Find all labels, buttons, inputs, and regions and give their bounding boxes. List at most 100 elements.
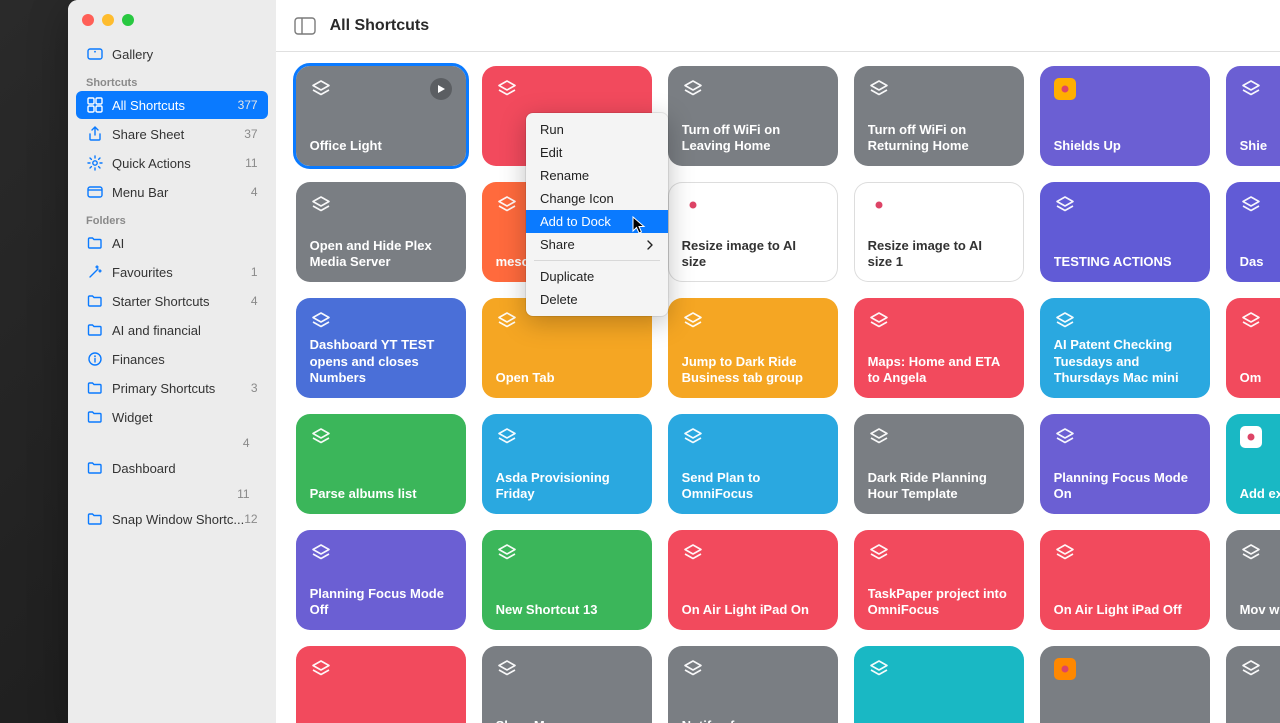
- sidebar-item[interactable]: Menu Bar4: [76, 178, 268, 206]
- shortcut-tile[interactable]: Jump to Dark Ride Business tab group: [668, 298, 838, 398]
- shortcut-name: Send Plan to OmniFocus: [682, 470, 824, 503]
- shortcut-tile[interactable]: AI Patent Checking Tuesdays and Thursday…: [1040, 298, 1210, 398]
- shortcut-tile[interactable]: Om: [1226, 298, 1280, 398]
- shortcut-name: Maps: Home and ETA to Angela: [868, 354, 1010, 387]
- sidebar-item-label: Share Sheet: [112, 127, 244, 142]
- sidebar-item-count: 377: [238, 98, 258, 112]
- sidebar-item[interactable]: Quick Actions11: [76, 149, 268, 177]
- shortcut-icon: [868, 426, 890, 448]
- shortcut-tile[interactable]: Open and Hide Plex Media Server: [296, 182, 466, 282]
- sidebar-section-header: Shortcuts: [76, 69, 268, 91]
- context-menu-item[interactable]: Duplicate: [526, 265, 668, 288]
- sidebar-item-label: Starter Shortcuts: [112, 294, 251, 309]
- shortcut-name: Dark Ride Planning Hour Template: [868, 470, 1010, 503]
- sidebar-item[interactable]: Favourites1: [76, 258, 268, 286]
- shortcut-tile[interactable]: Shields Up: [1040, 66, 1210, 166]
- sidebar-gallery[interactable]: Gallery: [76, 40, 268, 68]
- shortcut-tile[interactable]: Dashboard YT TEST opens and closes Numbe…: [296, 298, 466, 398]
- gallery-label: Gallery: [112, 47, 258, 62]
- shortcut-tile[interactable]: TaskPaper project into OmniFocus: [854, 530, 1024, 630]
- shortcut-tile[interactable]: Send Plan to OmniFocus: [668, 414, 838, 514]
- context-menu-item[interactable]: Delete: [526, 288, 668, 311]
- sidebar-item-count: 11: [245, 156, 257, 170]
- sidebar-item[interactable]: All Shortcuts377: [76, 91, 268, 119]
- shortcut-name: Resize image to AI size: [682, 238, 824, 271]
- sidebar-item-label: Quick Actions: [112, 156, 245, 171]
- shortcut-tile[interactable]: Add exan: [1226, 414, 1280, 514]
- shortcut-icon: [1054, 542, 1076, 564]
- sidebar-item[interactable]: AI: [76, 229, 268, 257]
- page-title: All Shortcuts: [330, 17, 430, 35]
- sidebar-trailing-count: 11: [76, 483, 268, 505]
- shortcut-tile[interactable]: Notify of: [668, 646, 838, 723]
- sidebar-item[interactable]: Primary Shortcuts3: [76, 374, 268, 402]
- context-menu-item[interactable]: Share: [526, 233, 668, 256]
- shortcut-name: TaskPaper project into OmniFocus: [868, 586, 1010, 619]
- sidebar-item[interactable]: Starter Shortcuts4: [76, 287, 268, 315]
- shortcut-tile[interactable]: On Air Light iPad Off: [1040, 530, 1210, 630]
- sidebar-item-label: All Shortcuts: [112, 98, 238, 113]
- shortcut-tile[interactable]: Shie: [1226, 66, 1280, 166]
- shortcut-tile[interactable]: Maps: Home and ETA to Angela: [854, 298, 1024, 398]
- context-menu-item[interactable]: Add to Dock: [526, 210, 668, 233]
- shortcut-tile[interactable]: Planning Focus Mode Off: [296, 530, 466, 630]
- sidebar-section: FoldersAIFavourites1Starter Shortcuts4AI…: [68, 207, 276, 454]
- shortcut-icon: [496, 78, 518, 100]
- menubar-icon: [86, 183, 104, 201]
- shortcut-tile[interactable]: Turn off WiFi on Leaving Home: [668, 66, 838, 166]
- shortcut-icon: [496, 658, 518, 680]
- sidebar-section: Dashboard 11: [68, 454, 276, 505]
- shortcut-tile[interactable]: Mov wind: [1226, 530, 1280, 630]
- sidebar-toggle-icon[interactable]: [294, 17, 316, 35]
- shortcut-tile[interactable]: Parse albums list: [296, 414, 466, 514]
- shortcut-icon: [1240, 194, 1262, 216]
- sidebar-item-count: 12: [244, 512, 257, 526]
- sidebar-item[interactable]: Dashboard: [76, 454, 268, 482]
- shortcut-tile[interactable]: TESTING ACTIONS: [1040, 182, 1210, 282]
- shortcut-icon: [1240, 426, 1262, 448]
- shortcut-tile[interactable]: Das: [1226, 182, 1280, 282]
- context-menu-item[interactable]: Rename: [526, 164, 668, 187]
- shortcut-icon: [868, 542, 890, 564]
- shortcut-tile[interactable]: Dark Ride Planning Hour Template: [854, 414, 1024, 514]
- context-menu-item[interactable]: Edit: [526, 141, 668, 164]
- maximize-button[interactable]: [122, 14, 134, 26]
- sidebar-item[interactable]: Finances: [76, 345, 268, 373]
- sidebar-item[interactable]: Snap Window Shortc...12: [76, 505, 268, 533]
- shortcut-tile[interactable]: Asda Provisioning Friday: [482, 414, 652, 514]
- shortcut-tile[interactable]: Office Light: [296, 66, 466, 166]
- minimize-button[interactable]: [102, 14, 114, 26]
- sidebar-section: ShortcutsAll Shortcuts377Share Sheet37Qu…: [68, 69, 276, 206]
- sidebar-item[interactable]: AI and financial: [76, 316, 268, 344]
- context-menu-item[interactable]: Change Icon: [526, 187, 668, 210]
- shortcut-tile[interactable]: [1040, 646, 1210, 723]
- folder-icon: [86, 292, 104, 310]
- shortcut-icon: [682, 426, 704, 448]
- shortcut-icon: [310, 658, 332, 680]
- shortcut-tile[interactable]: On Air Light iPad On: [668, 530, 838, 630]
- close-button[interactable]: [82, 14, 94, 26]
- gallery-icon: [86, 45, 104, 63]
- shortcut-tile[interactable]: [1226, 646, 1280, 723]
- shortcut-tile[interactable]: Resize image to AI size: [668, 182, 838, 282]
- shortcut-icon: [1240, 310, 1262, 332]
- sidebar-item[interactable]: Widget: [76, 403, 268, 431]
- shortcut-tile[interactable]: [296, 646, 466, 723]
- shortcut-tile[interactable]: Show My: [482, 646, 652, 723]
- shortcut-name: Shields Up: [1054, 138, 1196, 154]
- context-menu-item[interactable]: Run: [526, 118, 668, 141]
- sidebar-item[interactable]: Share Sheet37: [76, 120, 268, 148]
- sidebar-item-label: Snap Window Shortc...: [112, 512, 244, 527]
- sidebar-item-label: Widget: [112, 410, 258, 425]
- sidebar-item-label: Dashboard: [112, 461, 258, 476]
- shortcut-tile[interactable]: New Shortcut 13: [482, 530, 652, 630]
- shortcut-icon: [1054, 658, 1076, 680]
- shortcut-name: Office Light: [310, 138, 452, 154]
- shortcut-icon: [1054, 310, 1076, 332]
- shortcut-tile[interactable]: [854, 646, 1024, 723]
- shortcut-tile[interactable]: Resize image to AI size 1: [854, 182, 1024, 282]
- shortcut-tile[interactable]: Planning Focus Mode On: [1040, 414, 1210, 514]
- shortcut-tile[interactable]: Turn off WiFi on Returning Home: [854, 66, 1024, 166]
- shortcut-name: On Air Light iPad Off: [1054, 602, 1196, 618]
- play-button[interactable]: [430, 78, 452, 100]
